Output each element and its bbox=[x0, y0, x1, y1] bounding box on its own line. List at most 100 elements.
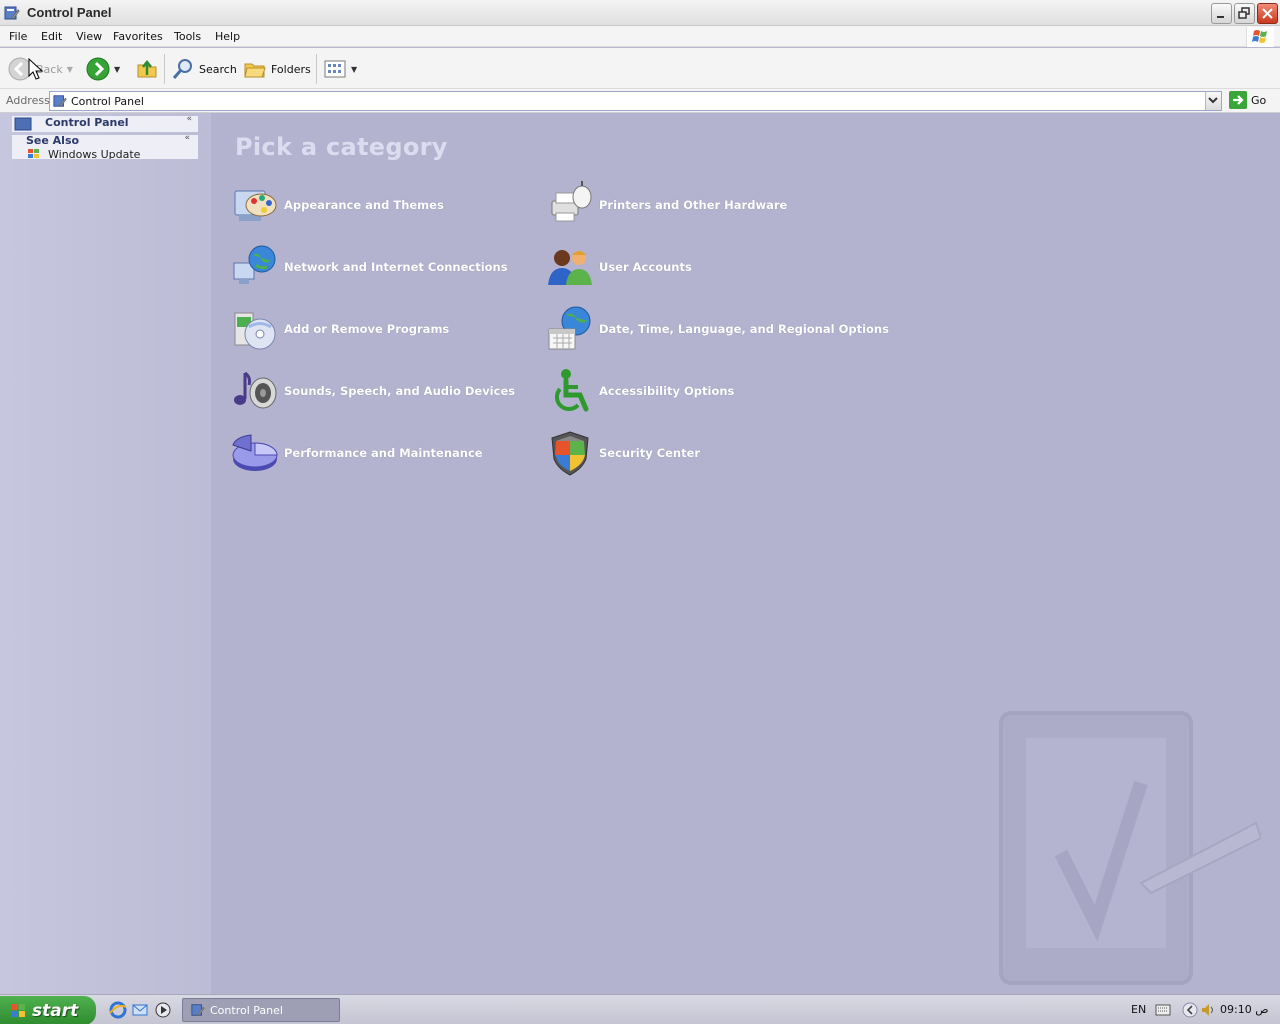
accessibility-icon bbox=[554, 369, 589, 412]
taskbar-item-control-panel[interactable]: Control Panel bbox=[182, 998, 340, 1022]
views-grid-icon bbox=[324, 60, 346, 78]
appearance-themes-icon bbox=[234, 190, 277, 221]
category-label: Performance and Maintenance bbox=[284, 446, 483, 460]
internet-explorer-icon[interactable] bbox=[109, 1001, 127, 1019]
windows-flag-icon bbox=[1246, 27, 1274, 47]
search-button[interactable]: Search bbox=[171, 56, 237, 82]
menu-bar: File Edit View Favorites Tools Help bbox=[0, 26, 1280, 47]
title-bar: Control Panel bbox=[0, 0, 1280, 26]
address-dropdown-button[interactable] bbox=[1205, 92, 1221, 110]
menu-favorites[interactable]: Favorites bbox=[113, 30, 163, 43]
forward-arrow-icon bbox=[86, 57, 110, 81]
toolbar: Back ▼ ▼ Search Folders ▼ bbox=[0, 48, 1280, 89]
control-panel-section[interactable]: Control Panel « bbox=[12, 116, 198, 132]
outlook-express-icon[interactable] bbox=[131, 1001, 149, 1019]
mouse-cursor-icon bbox=[28, 58, 44, 80]
windows-update-icon bbox=[28, 149, 39, 158]
chevron-down-icon bbox=[1208, 97, 1218, 104]
menu-view[interactable]: View bbox=[76, 30, 102, 43]
language-indicator[interactable]: EN bbox=[1131, 1003, 1146, 1016]
address-input[interactable]: Control Panel bbox=[49, 91, 1222, 111]
address-bar: Address Control Panel Go bbox=[0, 89, 1280, 113]
volume-icon[interactable] bbox=[1200, 1002, 1216, 1018]
keyboard-icon[interactable] bbox=[1155, 1003, 1171, 1017]
up-folder-icon bbox=[137, 59, 157, 78]
forward-button[interactable]: ▼ bbox=[86, 56, 120, 82]
category-label: Network and Internet Connections bbox=[284, 260, 508, 274]
menu-help[interactable]: Help bbox=[215, 30, 240, 43]
category-accessibility[interactable]: Accessibility Options bbox=[546, 366, 734, 416]
left-task-pane: Control Panel « See Also « Windows Updat… bbox=[0, 113, 211, 994]
taskbar: start Control Panel EN 09:10 ص bbox=[0, 994, 1280, 1024]
security-shield-icon bbox=[551, 431, 589, 476]
category-security-center[interactable]: Security Center bbox=[546, 428, 700, 478]
category-add-remove-programs[interactable]: Add or Remove Programs bbox=[231, 304, 449, 354]
see-also-title: See Also bbox=[26, 135, 80, 147]
control-panel-icon bbox=[191, 1004, 205, 1016]
category-label: User Accounts bbox=[599, 260, 692, 274]
page-heading: Pick a category bbox=[235, 133, 448, 161]
folders-button[interactable]: Folders bbox=[243, 56, 311, 82]
menu-edit[interactable]: Edit bbox=[41, 30, 62, 43]
control-panel-icon bbox=[4, 6, 20, 20]
minimize-button[interactable] bbox=[1211, 3, 1232, 24]
menu-tools[interactable]: Tools bbox=[174, 30, 201, 43]
chevron-left-icon[interactable] bbox=[1182, 1002, 1198, 1018]
user-accounts-icon bbox=[548, 250, 592, 285]
control-panel-watermark-icon bbox=[999, 711, 1261, 985]
start-button[interactable]: start bbox=[0, 996, 96, 1024]
go-arrow-icon bbox=[1229, 91, 1247, 109]
folders-icon bbox=[244, 63, 266, 78]
category-performance-maintenance[interactable]: Performance and Maintenance bbox=[231, 428, 483, 478]
search-label: Search bbox=[199, 62, 237, 76]
media-player-icon[interactable] bbox=[154, 1001, 172, 1019]
control-panel-icon bbox=[53, 95, 67, 107]
forward-dropdown-icon[interactable]: ▼ bbox=[114, 65, 120, 74]
category-label: Accessibility Options bbox=[599, 384, 735, 398]
restore-button[interactable] bbox=[1234, 3, 1255, 24]
start-label: start bbox=[32, 1000, 79, 1021]
category-printers-hardware[interactable]: Printers and Other Hardware bbox=[546, 180, 787, 230]
menu-file[interactable]: File bbox=[9, 30, 27, 43]
network-globe-icon bbox=[233, 245, 276, 284]
toolbar-separator bbox=[164, 54, 165, 84]
address-value: Control Panel bbox=[71, 95, 144, 108]
up-folder-button[interactable] bbox=[135, 56, 159, 82]
category-appearance-themes[interactable]: Appearance and Themes bbox=[231, 180, 444, 230]
category-label: Add or Remove Programs bbox=[284, 322, 450, 336]
back-dropdown-icon[interactable]: ▼ bbox=[67, 65, 73, 74]
category-label: Security Center bbox=[599, 446, 701, 460]
sound-speaker-icon bbox=[234, 371, 277, 409]
category-sounds-audio[interactable]: Sounds, Speech, and Audio Devices bbox=[231, 366, 515, 416]
folders-label: Folders bbox=[271, 62, 311, 76]
views-button[interactable]: ▼ bbox=[323, 56, 357, 82]
collapse-icon[interactable]: « bbox=[184, 135, 190, 143]
go-button[interactable]: Go bbox=[1229, 91, 1266, 109]
see-also-section: See Also « Windows Update bbox=[12, 135, 198, 159]
date-time-globe-icon bbox=[548, 306, 591, 350]
category-network-internet[interactable]: Network and Internet Connections bbox=[231, 242, 508, 292]
category-date-time-language[interactable]: Date, Time, Language, and Regional Optio… bbox=[546, 304, 889, 354]
category-label: Date, Time, Language, and Regional Optio… bbox=[599, 322, 889, 336]
main-content: Pick a category Appearance and Themes Pr… bbox=[211, 113, 1280, 994]
toolbar-separator bbox=[316, 54, 317, 84]
views-dropdown-icon: ▼ bbox=[351, 64, 358, 74]
window-title: Control Panel bbox=[27, 5, 112, 20]
control-panel-section-title: Control Panel bbox=[45, 116, 129, 129]
address-label: Address bbox=[6, 94, 50, 107]
search-icon bbox=[172, 59, 192, 79]
system-tray: 09:10 ص bbox=[1182, 995, 1280, 1024]
category-label: Printers and Other Hardware bbox=[599, 198, 788, 212]
control-panel-icon bbox=[14, 117, 32, 131]
collapse-icon[interactable]: « bbox=[186, 116, 192, 124]
taskbar-item-label: Control Panel bbox=[210, 1003, 283, 1017]
category-label: Sounds, Speech, and Audio Devices bbox=[284, 384, 516, 398]
windows-update-link[interactable]: Windows Update bbox=[48, 148, 140, 159]
category-user-accounts[interactable]: User Accounts bbox=[546, 242, 692, 292]
add-remove-programs-icon bbox=[234, 312, 276, 350]
performance-pie-icon bbox=[232, 434, 278, 471]
close-button[interactable] bbox=[1257, 3, 1278, 24]
go-label: Go bbox=[1251, 93, 1267, 107]
clock[interactable]: 09:10 ص bbox=[1220, 1003, 1269, 1016]
printer-hardware-icon bbox=[551, 181, 592, 222]
